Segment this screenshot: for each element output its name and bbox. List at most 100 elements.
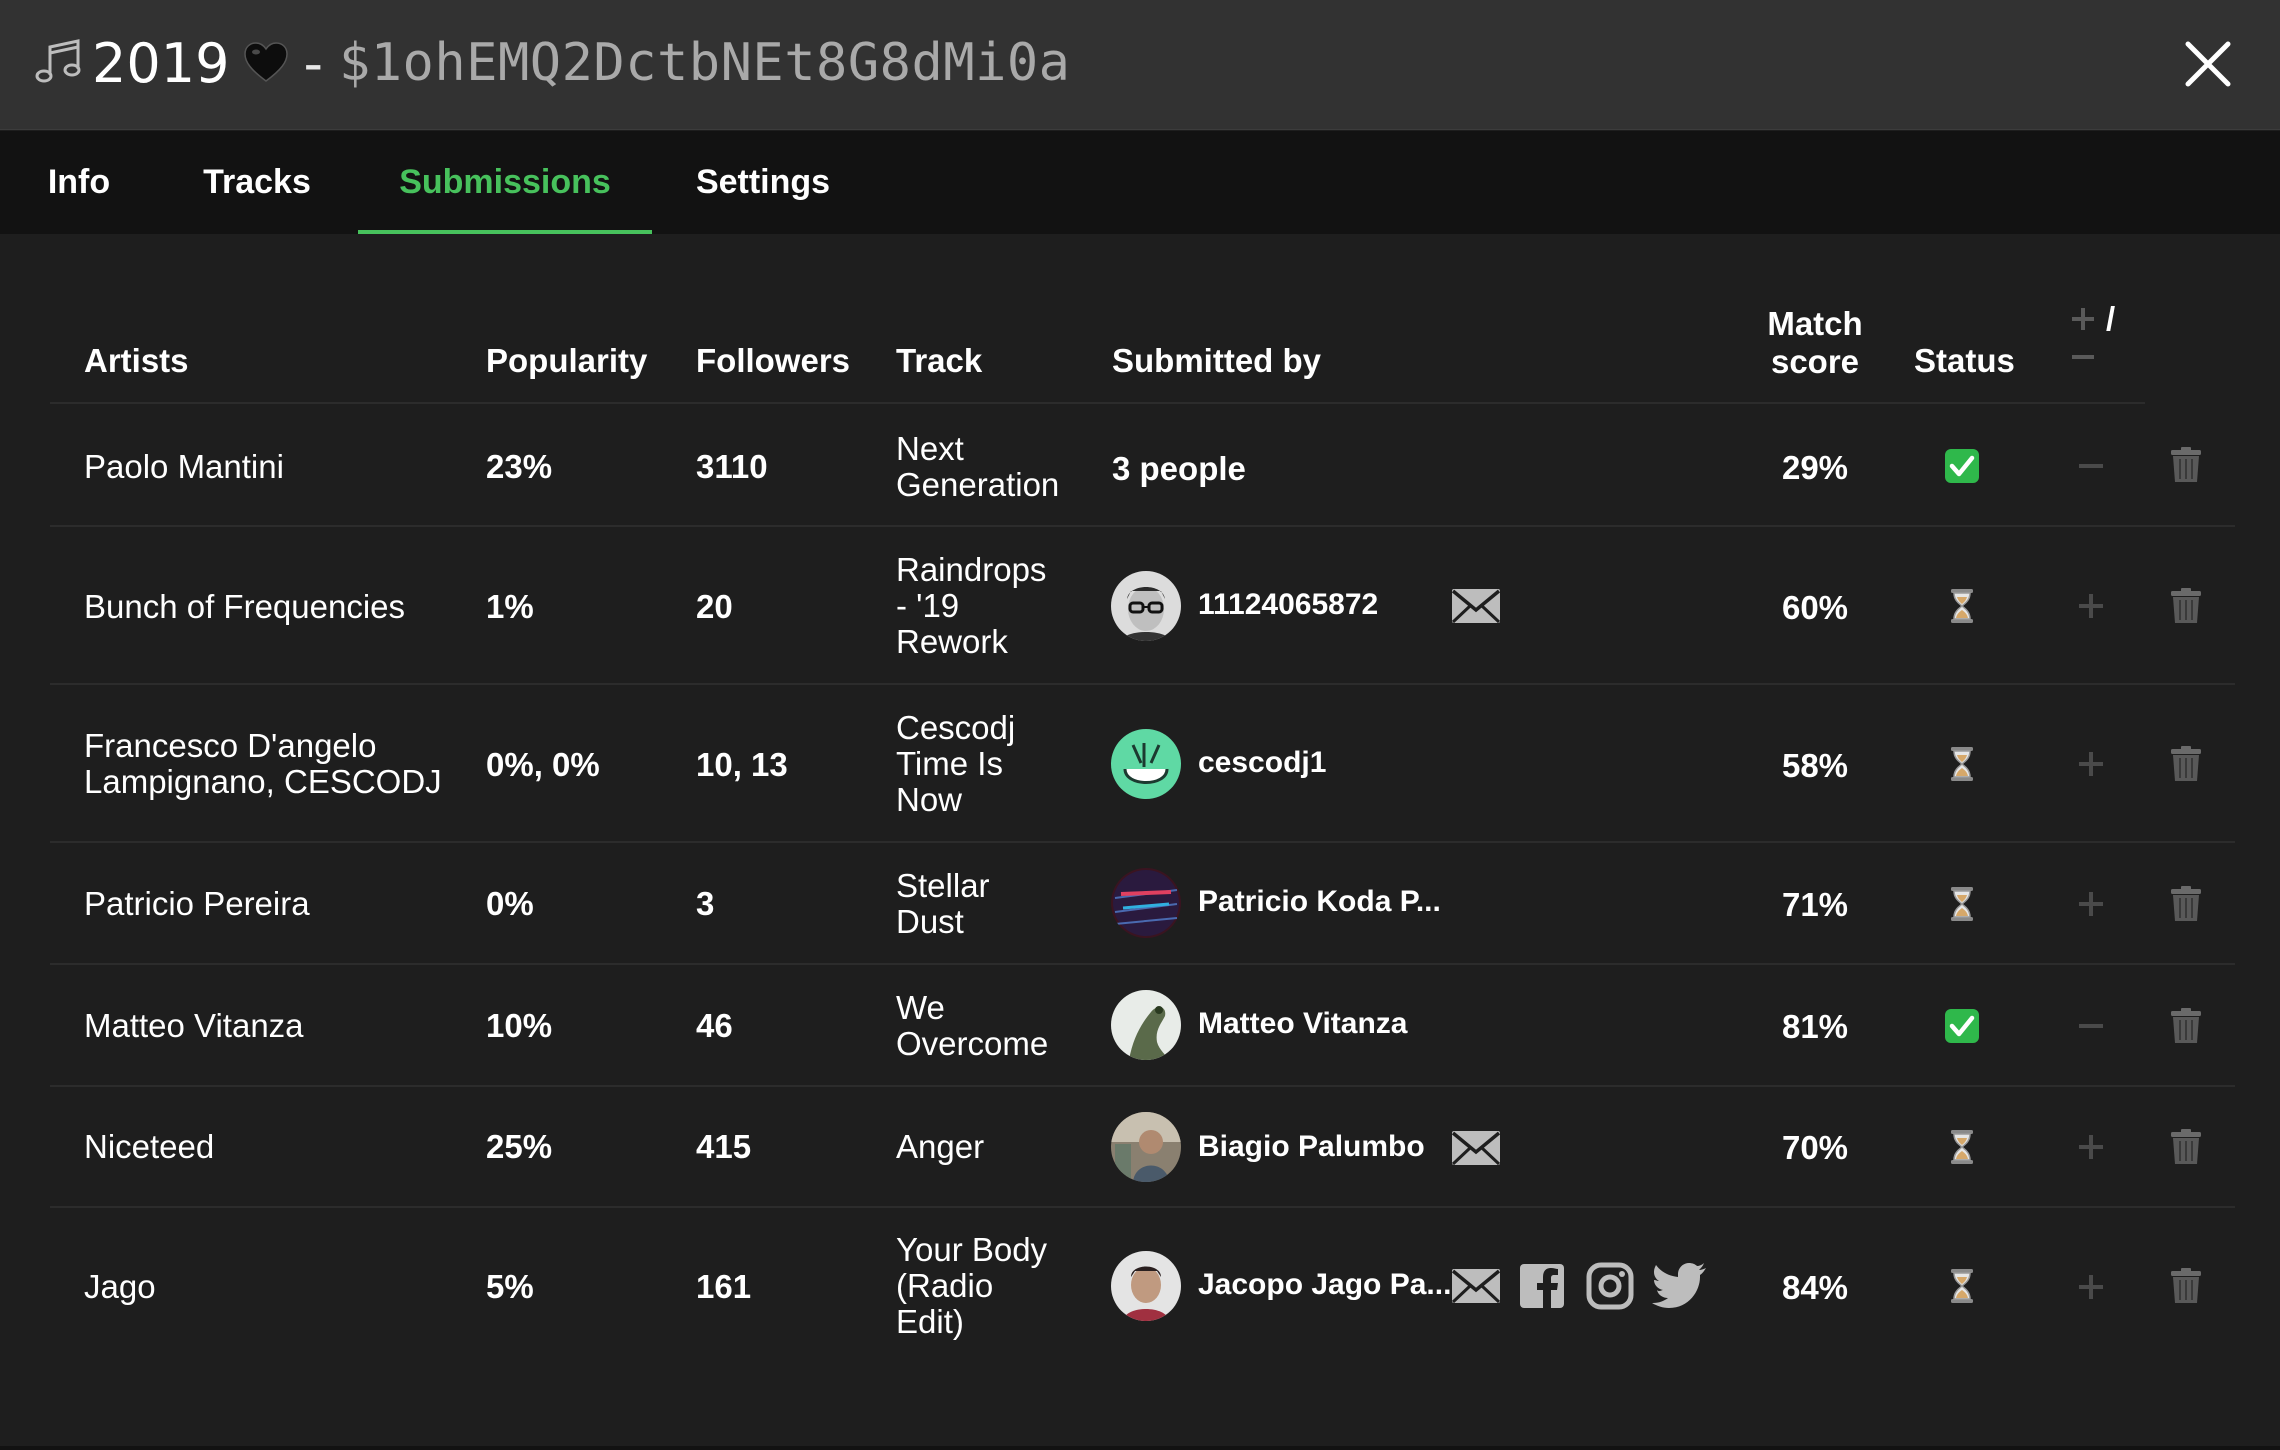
- trash-icon[interactable]: [2170, 886, 2202, 922]
- header-divider: [50, 402, 2145, 404]
- followers-value: 415: [696, 1128, 752, 1165]
- plus-icon[interactable]: [2074, 589, 2108, 623]
- submitter-name[interactable]: 11124065872: [1198, 588, 1378, 622]
- tab-settings[interactable]: Settings: [680, 131, 846, 234]
- minus-icon: [2072, 355, 2094, 359]
- match-score: 60%: [1781, 589, 1849, 626]
- header-add-remove: /: [2070, 300, 2130, 374]
- minus-icon[interactable]: [2074, 1009, 2108, 1043]
- track-title[interactable]: Stellar Dust: [896, 868, 1086, 940]
- tab-submissions[interactable]: Submissions: [358, 131, 652, 234]
- trash-icon[interactable]: [2170, 1268, 2202, 1304]
- hourglass-icon: [1951, 589, 1973, 623]
- envelope-icon[interactable]: [1450, 1128, 1502, 1168]
- row-divider: [50, 525, 2235, 527]
- track-title[interactable]: We Overcome: [896, 990, 1086, 1062]
- followers-value: 3: [696, 885, 715, 922]
- match-score: 71%: [1781, 886, 1849, 923]
- avatar[interactable]: [1111, 990, 1181, 1060]
- track-title[interactable]: Anger: [896, 1129, 1086, 1165]
- plus-icon[interactable]: [2074, 1130, 2108, 1164]
- avatar[interactable]: [1111, 571, 1181, 641]
- submitter-name[interactable]: cescodj1: [1198, 746, 1326, 780]
- artist-name: Matteo Vitanza: [84, 1007, 304, 1044]
- artist-name: Jago: [84, 1268, 156, 1305]
- submitter-name[interactable]: Biagio Palumbo: [1198, 1130, 1425, 1164]
- header-match-score-line2: score: [1770, 343, 1860, 380]
- avatar[interactable]: [1111, 729, 1181, 799]
- track-line: Rework: [896, 623, 1008, 660]
- playlist-name: 2019: [92, 31, 230, 95]
- window-title: 2019 - $1ohEMQ2DctbNEt8G8dMi0a: [32, 28, 1071, 98]
- title-separator: -: [303, 31, 323, 95]
- header-slash: /: [2106, 300, 2116, 337]
- track-title[interactable]: Cescodj Time Is Now: [896, 710, 1086, 818]
- plus-icon[interactable]: [2074, 747, 2108, 781]
- submitted-by-count[interactable]: 3 people: [1112, 450, 1246, 488]
- track-title[interactable]: Raindrops - '19 Rework: [896, 552, 1086, 660]
- submitter-name[interactable]: Matteo Vitanza: [1198, 1007, 1408, 1041]
- close-icon[interactable]: [2182, 38, 2234, 90]
- track-line: Stellar: [896, 867, 990, 904]
- track-line: Dust: [896, 903, 964, 940]
- avatar[interactable]: [1111, 1251, 1181, 1321]
- track-line: Time Is: [896, 745, 1003, 782]
- header-artists: Artists: [84, 342, 189, 379]
- hourglass-icon: [1951, 887, 1973, 921]
- trash-icon[interactable]: [2170, 447, 2202, 483]
- track-title[interactable]: Your Body (Radio Edit): [896, 1232, 1086, 1340]
- artist-name: Niceteed: [84, 1128, 215, 1165]
- track-line: Anger: [896, 1128, 985, 1165]
- match-score: 84%: [1781, 1269, 1849, 1306]
- hourglass-icon: [1951, 1269, 1973, 1303]
- plus-icon[interactable]: [2074, 887, 2108, 921]
- track-line: Cescodj: [896, 709, 1016, 746]
- checkmark-icon: [1945, 449, 1979, 483]
- popularity-value: 5%: [486, 1268, 534, 1305]
- hourglass-icon: [1951, 1130, 1973, 1164]
- twitter-icon[interactable]: [1652, 1262, 1708, 1310]
- track-line: Generation: [896, 466, 1060, 503]
- plus-icon[interactable]: [2074, 1270, 2108, 1304]
- track-line: (Radio: [896, 1267, 994, 1304]
- trash-icon[interactable]: [2170, 588, 2202, 624]
- trash-icon[interactable]: [2170, 1008, 2202, 1044]
- popularity-value: 1%: [486, 588, 534, 625]
- artist-name: Patricio Pereira: [84, 885, 310, 922]
- avatar[interactable]: [1111, 1112, 1181, 1182]
- tab-info[interactable]: Info: [26, 131, 132, 234]
- followers-value: 20: [696, 588, 733, 625]
- envelope-icon[interactable]: [1450, 586, 1502, 626]
- avatar[interactable]: [1111, 868, 1181, 938]
- row-divider: [50, 841, 2235, 843]
- submitter-name[interactable]: Patricio Koda P...: [1198, 885, 1441, 919]
- playlist-id: $1ohEMQ2DctbNEt8G8dMi0a: [338, 33, 1071, 93]
- track-line: Overcome: [896, 1025, 1049, 1062]
- title-bar: 2019 - $1ohEMQ2DctbNEt8G8dMi0a: [0, 0, 2280, 130]
- tab-bar: Info Tracks Submissions Settings: [0, 131, 2280, 234]
- track-line: Raindrops: [896, 551, 1047, 588]
- minus-icon[interactable]: [2074, 449, 2108, 483]
- submitter-name[interactable]: Jacopo Jago Pa...: [1198, 1268, 1451, 1302]
- track-title[interactable]: Next Generation: [896, 431, 1086, 503]
- row-divider: [50, 963, 2235, 965]
- instagram-icon[interactable]: [1586, 1262, 1634, 1310]
- match-score: 58%: [1781, 747, 1849, 784]
- track-line: We: [896, 989, 945, 1026]
- header-submitted-by: Submitted by: [1112, 342, 1322, 379]
- popularity-value: 0%: [486, 885, 534, 922]
- music-note-icon: [35, 39, 81, 83]
- plus-icon: [2072, 308, 2094, 330]
- tab-tracks[interactable]: Tracks: [182, 131, 332, 234]
- row-divider: [50, 1206, 2235, 1208]
- match-score: 29%: [1781, 449, 1849, 486]
- facebook-icon[interactable]: [1518, 1262, 1566, 1310]
- header-followers: Followers: [696, 342, 851, 379]
- trash-icon[interactable]: [2170, 1129, 2202, 1165]
- track-line: Now: [896, 781, 963, 818]
- playlist-submissions-modal: 2019 - $1ohEMQ2DctbNEt8G8dMi0a Info Trac…: [0, 0, 2280, 1446]
- envelope-icon[interactable]: [1450, 1266, 1502, 1306]
- artist-name: Francesco D'angelo Lampignano, CESCODJ: [84, 728, 442, 800]
- trash-icon[interactable]: [2170, 746, 2202, 782]
- checkmark-icon: [1945, 1009, 1979, 1043]
